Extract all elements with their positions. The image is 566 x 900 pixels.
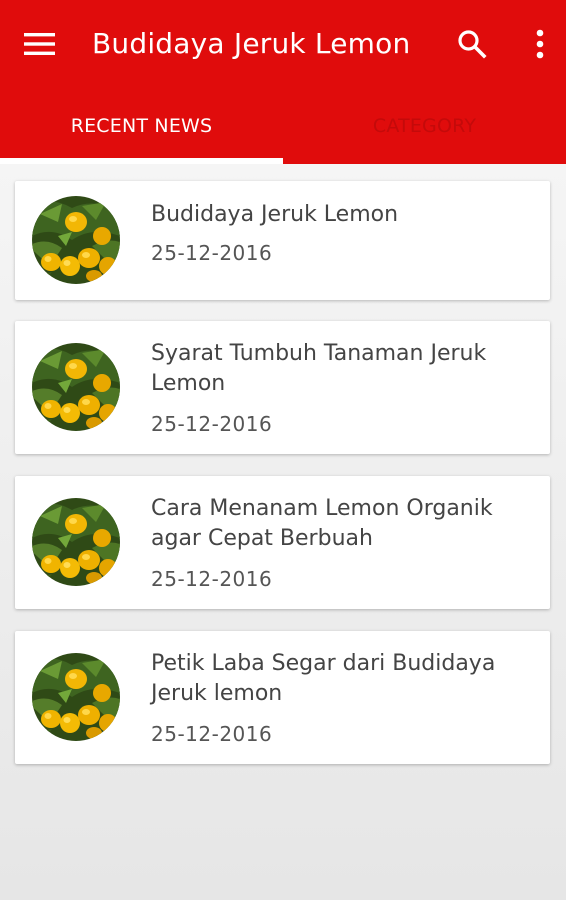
news-date: 25-12-2016 xyxy=(151,241,273,265)
tab-category[interactable]: CATEGORY xyxy=(283,94,566,164)
more-options-button[interactable] xyxy=(520,22,560,66)
lemon-tree-thumbnail xyxy=(32,196,120,284)
news-card[interactable]: Syarat Tumbuh Tanaman Jeruk Lemon 25-12-… xyxy=(15,321,550,454)
app-bar: Budidaya Jeruk Lemon RECENT NEWS CATEGOR… xyxy=(0,0,566,164)
hamburger-menu-icon xyxy=(24,33,55,55)
lemon-tree-thumbnail xyxy=(32,343,120,431)
news-card[interactable]: Petik Laba Segar dari Budidaya Jeruk lem… xyxy=(15,631,550,764)
tab-bar: RECENT NEWS CATEGORY xyxy=(0,94,566,164)
menu-button[interactable] xyxy=(14,22,66,66)
news-title: Budidaya Jeruk Lemon xyxy=(151,202,399,227)
toolbar: Budidaya Jeruk Lemon xyxy=(0,0,566,88)
lemon-tree-thumbnail xyxy=(32,653,120,741)
news-title: Cara Menanam Lemon Organik agar Cepat Be… xyxy=(151,496,493,551)
news-date: 25-12-2016 xyxy=(151,722,273,746)
tab-recent-news[interactable]: RECENT NEWS xyxy=(0,94,283,164)
search-button[interactable] xyxy=(448,22,496,66)
news-date: 25-12-2016 xyxy=(151,412,273,436)
search-icon xyxy=(458,30,487,59)
tab-label: CATEGORY xyxy=(372,115,477,137)
app-title: Budidaya Jeruk Lemon xyxy=(92,27,411,60)
news-list[interactable]: Budidaya Jeruk Lemon 25-12-2016 Syarat T… xyxy=(0,164,566,900)
tab-label: RECENT NEWS xyxy=(70,115,213,137)
news-date: 25-12-2016 xyxy=(151,567,273,591)
news-title: Petik Laba Segar dari Budidaya Jeruk lem… xyxy=(151,651,496,706)
news-title: Syarat Tumbuh Tanaman Jeruk Lemon xyxy=(151,341,487,396)
news-card[interactable]: Cara Menanam Lemon Organik agar Cepat Be… xyxy=(15,476,550,609)
lemon-tree-thumbnail xyxy=(32,498,120,586)
news-card[interactable]: Budidaya Jeruk Lemon 25-12-2016 xyxy=(15,181,550,300)
more-vert-icon xyxy=(536,29,544,59)
